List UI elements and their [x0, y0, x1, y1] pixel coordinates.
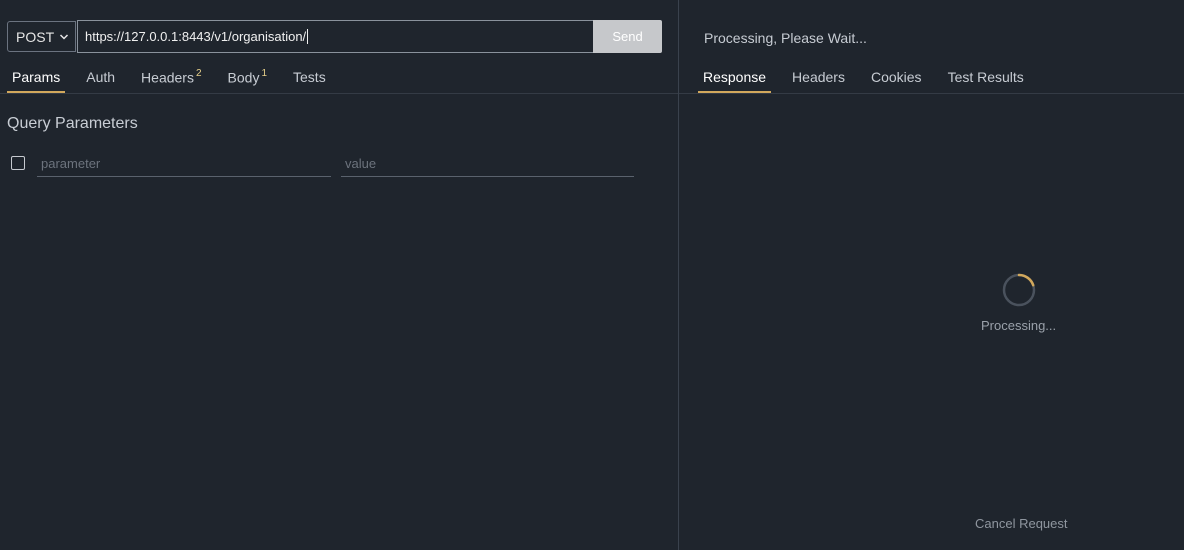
- tab-headers[interactable]: Headers 2: [136, 64, 206, 94]
- tab-tests[interactable]: Tests: [288, 64, 331, 94]
- method-value: POST: [16, 28, 55, 45]
- url-value: https://127.0.0.1:8443/v1/organisation/: [85, 29, 307, 44]
- tab-auth[interactable]: Auth: [81, 64, 120, 94]
- tab-label: Headers: [792, 69, 845, 85]
- parameter-input[interactable]: parameter: [37, 152, 331, 177]
- request-pane: POST https://127.0.0.1:8443/v1/organisat…: [0, 0, 678, 550]
- tabs-divider: [679, 93, 1184, 94]
- url-input[interactable]: https://127.0.0.1:8443/v1/organisation/: [77, 20, 594, 53]
- tab-label: Body: [227, 69, 260, 86]
- tab-response-headers[interactable]: Headers: [787, 64, 850, 94]
- tab-response[interactable]: Response: [698, 64, 772, 94]
- chevron-down-icon: [59, 34, 69, 40]
- cancel-request-button[interactable]: Cancel Request: [975, 516, 1068, 531]
- tab-test-results[interactable]: Test Results: [943, 64, 1029, 94]
- tab-label: Tests: [293, 69, 326, 85]
- text-caret: [307, 29, 309, 44]
- send-label: Send: [612, 29, 643, 44]
- send-button[interactable]: Send: [593, 20, 662, 53]
- tab-label: Test Results: [947, 69, 1024, 85]
- body-count-badge: 1: [261, 68, 268, 79]
- checkbox-icon[interactable]: [11, 156, 25, 170]
- method-select[interactable]: POST: [7, 21, 76, 52]
- headers-count-badge: 2: [195, 68, 202, 79]
- tab-label: Headers: [141, 69, 194, 86]
- api-client-window: POST https://127.0.0.1:8443/v1/organisat…: [0, 0, 1184, 550]
- response-pane: Processing, Please Wait... Response Head…: [679, 0, 1184, 550]
- tab-label: Cookies: [870, 69, 922, 85]
- query-param-row: parameter value: [11, 152, 634, 178]
- tab-params[interactable]: Params: [7, 64, 66, 94]
- parameter-placeholder: parameter: [41, 156, 101, 171]
- response-tabs: Response Headers Cookies Test Results: [698, 64, 1045, 94]
- tab-label: Params: [12, 69, 61, 85]
- query-parameters-title: Query Parameters: [7, 115, 138, 132]
- tab-label: Auth: [86, 69, 116, 85]
- loading-spinner-icon: [1002, 273, 1036, 307]
- tabs-divider: [0, 93, 678, 94]
- processing-label: Processing...: [981, 318, 1057, 333]
- tab-cookies[interactable]: Cookies: [866, 64, 927, 94]
- response-status: Processing, Please Wait...: [704, 30, 867, 46]
- value-placeholder: value: [345, 156, 377, 171]
- tab-label: Response: [703, 69, 767, 85]
- tab-body[interactable]: Body 1: [223, 64, 272, 94]
- value-input[interactable]: value: [341, 152, 634, 177]
- request-tabs: Params Auth Headers 2 Body 1 Tests: [7, 64, 347, 94]
